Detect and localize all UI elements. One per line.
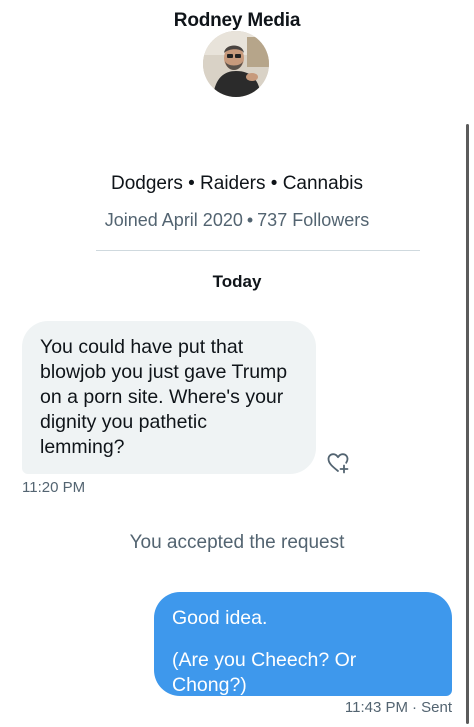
meta-separator: • [246, 210, 254, 230]
joined-date: Joined April 2020 [104, 210, 243, 230]
profile-bio: Dodgers • Raiders • Cannabis [111, 173, 363, 194]
followers-count[interactable]: 737 Followers [257, 210, 369, 230]
profile-name[interactable]: Rodney Media [0, 10, 474, 32]
avatar[interactable] [203, 31, 269, 97]
outgoing-message-bubble[interactable]: Good idea. (Are you Cheech? Or Chong?) [154, 592, 452, 696]
incoming-message-time: 11:20 PM [22, 479, 86, 496]
day-separator: Today [212, 272, 262, 291]
dm-conversation-screen: Rodney Media Dodgers • Raiders • Cannabi… [0, 0, 474, 727]
outgoing-message-meta: 11:43 PM · Sent [345, 699, 452, 716]
profile-meta: Joined April 2020 • 737 Followers [0, 210, 474, 231]
outgoing-message-line: (Are you Cheech? Or Chong?) [172, 649, 357, 696]
sent-status: · Sent [411, 699, 452, 716]
outgoing-message-time: 11:43 PM [344, 699, 408, 716]
incoming-message-bubble[interactable]: You could have put that blowjob you just… [22, 321, 316, 474]
outgoing-message-line: Good idea. [172, 607, 268, 629]
heart-plus-icon[interactable] [325, 450, 351, 476]
divider [96, 250, 420, 251]
system-message: You accepted the request [129, 532, 345, 553]
